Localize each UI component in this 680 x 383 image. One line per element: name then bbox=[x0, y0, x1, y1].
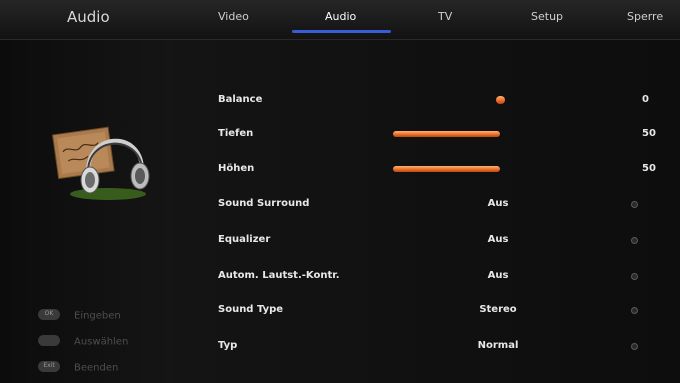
tab-video[interactable]: Video bbox=[218, 10, 249, 23]
menu-label: Balance bbox=[218, 94, 263, 105]
balance-slider[interactable] bbox=[496, 96, 505, 104]
menu-row-equalizer[interactable]: Equalizer Aus bbox=[172, 224, 680, 258]
menu-choice: Normal bbox=[477, 340, 519, 351]
menu-label: Typ bbox=[218, 340, 238, 351]
menu-row-sound-type[interactable]: Sound Type Stereo bbox=[172, 294, 680, 328]
top-bar: Audio Video Audio TV Setup Sperre bbox=[0, 0, 680, 40]
menu-label: Sound Surround bbox=[218, 198, 310, 209]
select-arrow-icon[interactable] bbox=[631, 201, 638, 208]
menu-choice: Aus bbox=[487, 198, 509, 209]
menu-value: 50 bbox=[642, 128, 656, 139]
hint-beenden: Exit Beenden bbox=[38, 361, 118, 374]
tab-audio[interactable]: Audio bbox=[325, 10, 356, 23]
menu-choice: Aus bbox=[487, 270, 509, 281]
menu-row-typ[interactable]: Typ Normal bbox=[172, 330, 680, 364]
menu-value: 50 bbox=[642, 163, 656, 174]
menu-label: Equalizer bbox=[218, 234, 271, 245]
menu-label: Tiefen bbox=[218, 128, 254, 139]
menu-label: Höhen bbox=[218, 163, 255, 174]
menu-choice: Aus bbox=[487, 234, 509, 245]
select-arrow-icon[interactable] bbox=[631, 307, 638, 314]
tiefen-slider[interactable] bbox=[393, 131, 500, 137]
select-arrow-icon[interactable] bbox=[631, 343, 638, 350]
menu-label: Autom. Lautst.-Kontr. bbox=[218, 270, 340, 281]
section-title: Audio bbox=[67, 8, 110, 26]
select-arrow-icon[interactable] bbox=[631, 273, 638, 280]
menu-row-autom-lautst[interactable]: Autom. Lautst.-Kontr. Aus bbox=[172, 260, 680, 294]
navigation-key-icon bbox=[38, 335, 60, 346]
audio-settings-menu: Balance 0 Tiefen 50 Höhen 50 Sound Surro… bbox=[172, 40, 680, 383]
menu-value: 0 bbox=[642, 94, 649, 105]
menu-row-tiefen[interactable]: Tiefen 50 bbox=[172, 118, 680, 152]
menu-choice: Stereo bbox=[479, 304, 517, 315]
menu-label: Sound Type bbox=[218, 304, 284, 315]
ok-key-icon: OK bbox=[38, 309, 60, 320]
hint-auswaehlen: Auswählen bbox=[38, 335, 128, 348]
menu-row-hoehen[interactable]: Höhen 50 bbox=[172, 153, 680, 187]
menu-row-sound-surround[interactable]: Sound Surround Aus bbox=[172, 188, 680, 222]
hoehen-slider[interactable] bbox=[393, 166, 500, 172]
tab-sperre[interactable]: Sperre bbox=[627, 10, 663, 23]
exit-key-icon: Exit bbox=[38, 361, 60, 372]
tab-setup[interactable]: Setup bbox=[531, 10, 563, 23]
headphones-note-icon bbox=[52, 126, 150, 200]
hint-eingeben: OK Eingeben bbox=[38, 309, 121, 322]
select-arrow-icon[interactable] bbox=[631, 237, 638, 244]
tab-tv[interactable]: TV bbox=[438, 10, 452, 23]
active-tab-indicator bbox=[292, 30, 391, 33]
left-pane: OK Eingeben Auswählen Exit Beenden bbox=[0, 40, 172, 383]
menu-row-balance[interactable]: Balance 0 bbox=[172, 84, 680, 118]
